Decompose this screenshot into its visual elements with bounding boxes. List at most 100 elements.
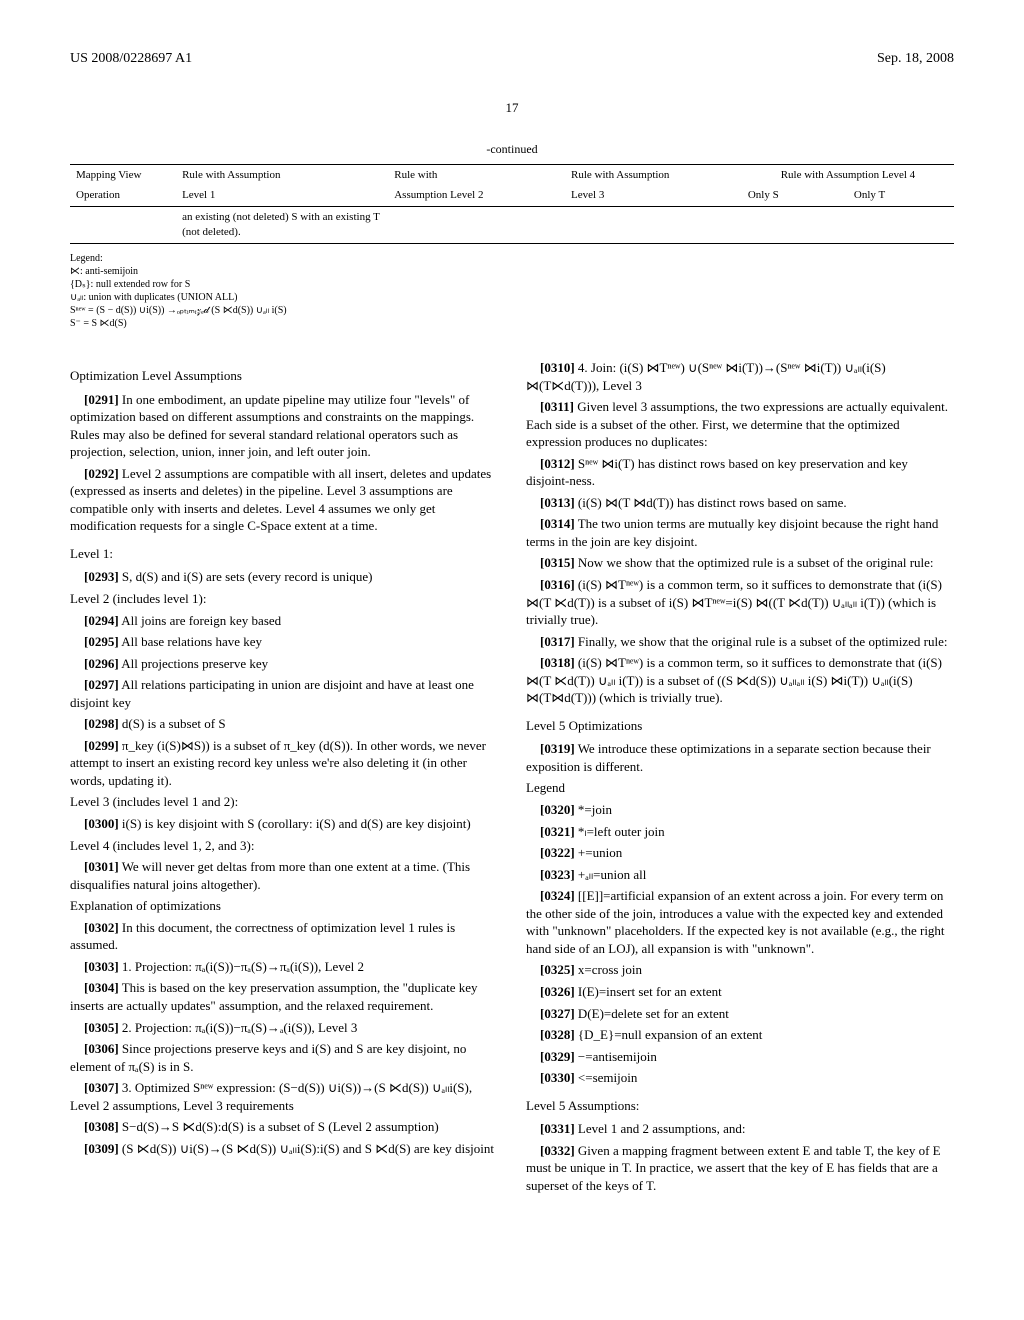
th-only-s: Only S [742,185,848,206]
para-num: [0312] [540,456,575,471]
right-column: [0310] 4. Join: (i(S) ⋈Tⁿᵉʷ) ∪(Sⁿᵉʷ ⋈i(T… [526,355,954,1198]
para-text: d(S) is a subset of S [122,716,226,731]
para-num: [0298] [84,716,119,731]
para-num: [0319] [540,741,575,756]
para-num: [0317] [540,634,575,649]
para-num: [0307] [84,1080,119,1095]
level5-opt-title: Level 5 Optimizations [526,717,954,735]
legend-line: S⁻ = S ⋉d(S) [70,317,954,330]
para-num: [0322] [540,845,575,860]
para-num: [0304] [84,980,119,995]
para-text: In one embodiment, an update pipeline ma… [70,392,474,460]
para-text: The two union terms are mutually key dis… [526,516,938,549]
legend-line: ∪ₐₗₗ: union with duplicates (UNION ALL) [70,291,954,304]
para-text: I(E)=insert set for an extent [578,984,722,999]
para-num: [0294] [84,613,119,628]
para-num: [0321] [540,824,575,839]
para-text: (i(S) ⋈Tⁿᵉʷ) is a common term, so it suf… [526,655,942,705]
para-num: [0301] [84,859,119,874]
th-level1: Level 1 [176,185,388,206]
para-text: [[E]]=artificial expansion of an extent … [526,888,945,956]
para-text: (i(S) ⋈Tⁿᵉʷ) is a common term, so it suf… [526,577,942,627]
para-num: [0309] [84,1141,119,1156]
para-num: [0302] [84,920,119,935]
para-num: [0303] [84,959,119,974]
table-caption: -continued [70,141,954,157]
para-text: i(S) is key disjoint with S (corollary: … [122,816,471,831]
para-text: Given a mapping fragment between extent … [526,1143,941,1193]
para-text: −=antisemijoin [578,1049,657,1064]
th-mapping-view: Mapping View [70,164,176,185]
para-num: [0326] [540,984,575,999]
para-text: π_key (i(S)⋈S)) is a subset of π_key (d(… [70,738,486,788]
para-num: [0311] [540,399,574,414]
publication-date: Sep. 18, 2008 [877,50,954,69]
para-text: S, d(S) and i(S) are sets (every record … [122,569,373,584]
legend-line: {Dₛ}: null extended row for S [70,278,954,291]
level5-assumptions-title: Level 5 Assumptions: [526,1097,954,1115]
th-assumption-level2: Assumption Level 2 [388,185,565,206]
para-num: [0292] [84,466,119,481]
th-operation: Operation [70,185,176,206]
para-text: Now we show that the optimized rule is a… [578,555,934,570]
para-num: [0332] [540,1143,575,1158]
para-text: In this document, the correctness of opt… [70,920,455,953]
para-text: This is based on the key preservation as… [70,980,478,1013]
th-only-t: Only T [848,185,954,206]
continued-table: -continued Mapping View Rule with Assump… [70,141,954,244]
para-num: [0297] [84,677,119,692]
legend-line: ⋉: anti-semijoin [70,265,954,278]
para-num: [0328] [540,1027,575,1042]
th-level3: Level 3 [565,185,742,206]
para-text: Sⁿᵉʷ ⋈i(T) has distinct rows based on ke… [526,456,908,489]
section-title: Optimization Level Assumptions [70,367,498,385]
level-title: Level 1: [70,545,498,563]
para-text: +ₐₗₗ=union all [578,867,646,882]
para-text: We will never get deltas from more than … [70,859,470,892]
para-num: [0308] [84,1119,119,1134]
para-num: [0320] [540,802,575,817]
para-text: S−d(S)→S ⋉d(S):d(S) is a subset of S (Le… [122,1119,439,1134]
level-includes: Level 3 (includes level 1 and 2): [70,793,498,811]
para-num: [0314] [540,516,575,531]
para-text: x=cross join [578,962,642,977]
para-text: All projections preserve key [121,656,268,671]
para-text: 4. Join: (i(S) ⋈Tⁿᵉʷ) ∪(Sⁿᵉʷ ⋈i(T))→(Sⁿᵉ… [526,360,886,393]
para-text: <=semijoin [578,1070,637,1085]
publication-number: US 2008/0228697 A1 [70,50,192,69]
para-text: All base relations have key [121,634,262,649]
table-legend: Legend: ⋉: anti-semijoin {Dₛ}: null exte… [70,252,954,330]
para-text: Finally, we show that the original rule … [578,634,948,649]
para-num: [0296] [84,656,119,671]
para-text: D(E)=delete set for an extent [578,1006,729,1021]
para-num: [0306] [84,1041,119,1056]
para-text: All relations participating in union are… [70,677,474,710]
para-num: [0329] [540,1049,575,1064]
para-text: 3. Optimized Sⁿᵉʷ expression: (S−d(S)) ∪… [70,1080,472,1113]
th-rule-assumption-level4: Rule with Assumption Level 4 [742,164,954,185]
para-num: [0316] [540,577,575,592]
para-text: Level 1 and 2 assumptions, and: [578,1121,746,1136]
para-text: Level 2 assumptions are compatible with … [70,466,491,534]
table-cell-text: an existing (not deleted) S with an exis… [176,207,388,244]
page-header: US 2008/0228697 A1 Sep. 18, 2008 [70,50,954,69]
para-num: [0318] [540,655,575,670]
para-num: [0315] [540,555,575,570]
para-text: Given level 3 assumptions, the two expre… [526,399,948,449]
para-text: Since projections preserve keys and i(S)… [70,1041,466,1074]
para-text: All joins are foreign key based [121,613,281,628]
para-num: [0299] [84,738,119,753]
legend-title: Legend: [70,252,954,265]
para-text: (i(S) ⋈(T ⋈d(T)) has distinct rows based… [578,495,847,510]
para-num: [0324] [540,888,575,903]
para-num: [0323] [540,867,575,882]
page-number: 17 [70,99,954,117]
th-rule-with: Rule with [388,164,565,185]
para-text: *=join [578,802,612,817]
para-num: [0293] [84,569,119,584]
para-text: We introduce these optimizations in a se… [526,741,931,774]
para-text: 1. Projection: πₐ(i(S))−πₐ(S)→πₐ(i(S)), … [122,959,364,974]
para-num: [0325] [540,962,575,977]
para-num: [0330] [540,1070,575,1085]
th-rule-assumption: Rule with Assumption [176,164,388,185]
